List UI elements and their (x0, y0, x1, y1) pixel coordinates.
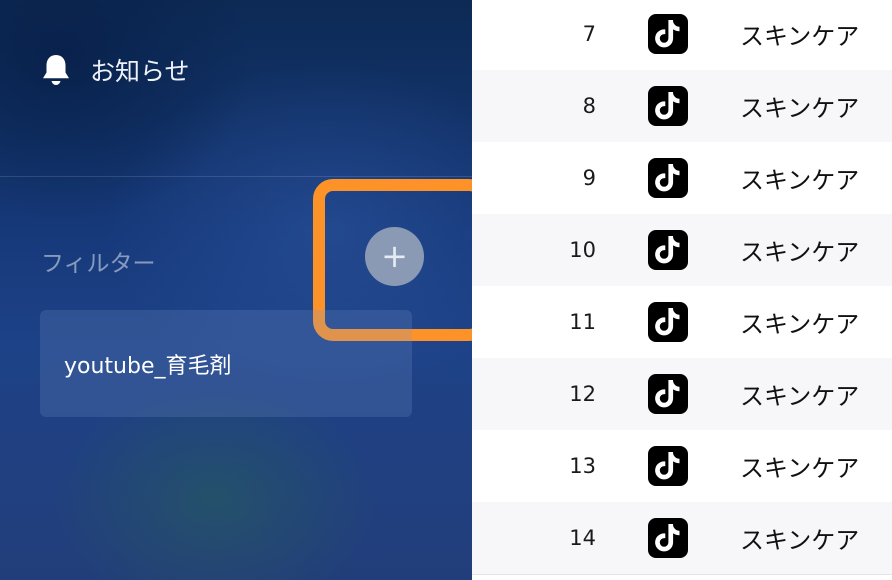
table-row[interactable]: 14 スキンケア (472, 502, 892, 575)
row-number: 9 (582, 166, 596, 190)
tiktok-icon (648, 86, 688, 126)
bell-icon (43, 55, 69, 85)
tiktok-icon (648, 230, 688, 270)
tiktok-icon (648, 14, 688, 54)
sidebar-divider (0, 176, 472, 177)
filter-item[interactable]: youtube_育毛剤 (40, 310, 412, 417)
row-number: 12 (569, 382, 596, 406)
filter-heading: フィルター (41, 251, 156, 277)
row-category: スキンケア (740, 382, 860, 411)
table-row[interactable]: 13 スキンケア (472, 430, 892, 503)
row-number: 8 (582, 94, 596, 118)
notifications-link[interactable]: お知らせ (40, 52, 190, 88)
sidebar: お知らせ フィルター + youtube_育毛剤 (0, 0, 472, 580)
add-filter-button[interactable]: + (365, 227, 424, 286)
row-number: 10 (569, 238, 596, 262)
row-category: スキンケア (740, 310, 860, 339)
row-number: 14 (569, 526, 596, 550)
tiktok-icon (648, 302, 688, 342)
filter-item-label: youtube_育毛剤 (64, 354, 232, 379)
tiktok-icon (648, 518, 688, 558)
table-row[interactable]: 10 スキンケア (472, 214, 892, 287)
row-number: 11 (569, 310, 596, 334)
tiktok-icon (648, 446, 688, 486)
table-row[interactable]: 11 スキンケア (472, 286, 892, 359)
row-category: スキンケア (740, 166, 860, 195)
tiktok-icon (648, 158, 688, 198)
plus-icon: + (381, 236, 408, 275)
table-row[interactable]: 8 スキンケア (472, 70, 892, 143)
row-category: スキンケア (740, 94, 860, 123)
notifications-label: お知らせ (90, 57, 190, 86)
row-category: スキンケア (740, 454, 860, 483)
row-number: 13 (569, 454, 596, 478)
row-category: スキンケア (740, 526, 860, 555)
tiktok-icon (648, 374, 688, 414)
table-row[interactable]: 7 スキンケア (472, 0, 892, 71)
row-category: スキンケア (740, 238, 860, 267)
row-number: 7 (582, 22, 596, 46)
table-row[interactable]: 12 スキンケア (472, 358, 892, 431)
row-category: スキンケア (740, 22, 860, 51)
table-row[interactable]: 9 スキンケア (472, 142, 892, 215)
